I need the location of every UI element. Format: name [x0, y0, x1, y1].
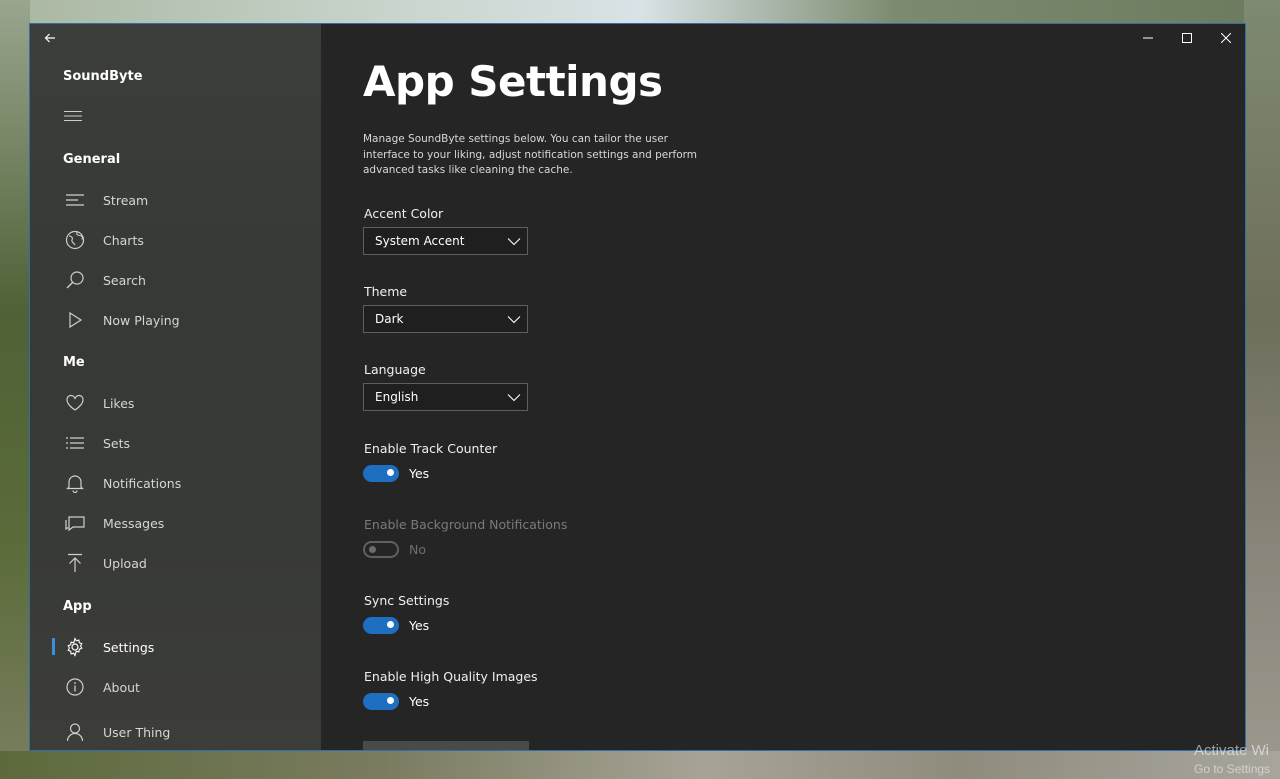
sidebar-item-user[interactable]: User Thing — [50, 715, 310, 749]
sidebar-item-sets[interactable]: Sets — [50, 426, 310, 460]
back-arrow-icon — [44, 33, 55, 43]
high-quality-images-toggle[interactable] — [363, 693, 399, 710]
upload-icon — [62, 550, 88, 576]
sidebar: SoundByte General Stream Charts Search N… — [30, 24, 321, 750]
toggle-knob — [387, 469, 394, 476]
desktop-wallpaper-bottom — [0, 751, 1280, 779]
page-description: Manage SoundByte settings below. You can… — [363, 133, 698, 176]
desktop-wallpaper-left — [0, 0, 30, 779]
sidebar-item-label: Settings — [103, 639, 155, 655]
language-value: English — [375, 390, 419, 404]
sidebar-item-upload[interactable]: Upload — [50, 546, 310, 580]
sidebar-item-likes[interactable]: Likes — [50, 386, 310, 420]
section-general: General — [63, 152, 121, 167]
sidebar-item-label: Search — [103, 272, 146, 288]
sidebar-item-messages[interactable]: Messages — [50, 506, 310, 540]
minimize-button[interactable] — [1128, 24, 1167, 52]
track-counter-toggle[interactable] — [363, 465, 399, 482]
gear-icon — [62, 634, 88, 660]
heart-icon — [62, 390, 88, 416]
toggle-knob — [387, 621, 394, 628]
toggle-knob — [387, 697, 394, 704]
high-quality-images-state: Yes — [409, 694, 430, 709]
theme-select[interactable]: Dark — [363, 305, 528, 333]
theme-value: Dark — [375, 312, 404, 326]
bell-icon — [62, 470, 88, 496]
accent-color-label: Accent Color — [364, 206, 444, 221]
sidebar-item-charts[interactable]: Charts — [50, 223, 310, 257]
sync-settings-toggle[interactable] — [363, 617, 399, 634]
chevron-down-icon — [507, 394, 521, 402]
sync-settings-label: Sync Settings — [364, 593, 450, 608]
track-counter-state: Yes — [409, 466, 430, 481]
minimize-icon — [1142, 37, 1153, 39]
close-button[interactable] — [1206, 24, 1245, 52]
sidebar-item-label: Now Playing — [103, 312, 180, 328]
sidebar-item-label: Likes — [103, 395, 135, 411]
theme-label: Theme — [364, 284, 408, 299]
section-me: Me — [63, 355, 85, 370]
settings-content: App Settings Manage SoundByte settings b… — [321, 24, 1245, 750]
user-icon — [62, 719, 88, 745]
sync-settings-state: Yes — [409, 618, 430, 633]
close-icon — [1220, 33, 1231, 43]
app-name: SoundByte — [63, 69, 143, 84]
accent-color-select[interactable]: System Accent — [363, 227, 528, 255]
background-notifications-toggle[interactable] — [363, 541, 399, 558]
sidebar-item-now-playing[interactable]: Now Playing — [50, 303, 310, 337]
sidebar-item-label: Sets — [103, 435, 131, 451]
hamburger-icon — [64, 111, 82, 121]
stream-icon — [62, 187, 88, 213]
section-app: App — [63, 599, 92, 614]
sidebar-item-search[interactable]: Search — [50, 263, 310, 297]
sidebar-item-label: Notifications — [103, 475, 182, 491]
activation-watermark-title: Activate Wi — [1194, 742, 1270, 759]
sidebar-item-stream[interactable]: Stream — [50, 183, 310, 217]
accent-color-value: System Accent — [375, 234, 465, 248]
message-icon — [62, 510, 88, 536]
sidebar-item-about[interactable]: About — [50, 670, 310, 704]
sidebar-item-label: Messages — [103, 515, 165, 531]
search-icon — [62, 267, 88, 293]
desktop-wallpaper-top — [0, 0, 1280, 24]
track-counter-label: Enable Track Counter — [364, 441, 498, 456]
sidebar-item-label: User Thing — [103, 724, 171, 740]
background-notifications-state: No — [409, 542, 426, 557]
app-window: SoundByte General Stream Charts Search N… — [29, 23, 1246, 751]
maximize-icon — [1181, 33, 1192, 43]
maximize-button[interactable] — [1167, 24, 1206, 52]
background-notifications-label: Enable Background Notifications — [364, 517, 568, 532]
play-icon — [62, 307, 88, 333]
sidebar-item-label: Stream — [103, 192, 149, 208]
sidebar-item-label: About — [103, 679, 140, 695]
partially-visible-button[interactable] — [363, 741, 529, 750]
sidebar-item-notifications[interactable]: Notifications — [50, 466, 310, 500]
high-quality-images-label: Enable High Quality Images — [364, 669, 538, 684]
language-select[interactable]: English — [363, 383, 528, 411]
sidebar-item-settings[interactable]: Settings — [50, 630, 310, 664]
desktop-wallpaper-right — [1244, 0, 1280, 779]
activation-watermark-subtitle: Go to Settings — [1194, 762, 1271, 776]
window-controls — [1128, 24, 1245, 52]
chevron-down-icon — [507, 238, 521, 246]
language-label: Language — [364, 362, 426, 377]
sidebar-item-label: Upload — [103, 555, 147, 571]
list-icon — [62, 430, 88, 456]
info-icon — [62, 674, 88, 700]
toggle-knob — [369, 545, 376, 553]
page-title: App Settings — [363, 57, 663, 106]
globe-icon — [62, 227, 88, 253]
hamburger-menu-button[interactable] — [63, 108, 83, 124]
back-button[interactable] — [40, 28, 60, 48]
chevron-down-icon — [507, 316, 521, 324]
sidebar-item-label: Charts — [103, 232, 144, 248]
